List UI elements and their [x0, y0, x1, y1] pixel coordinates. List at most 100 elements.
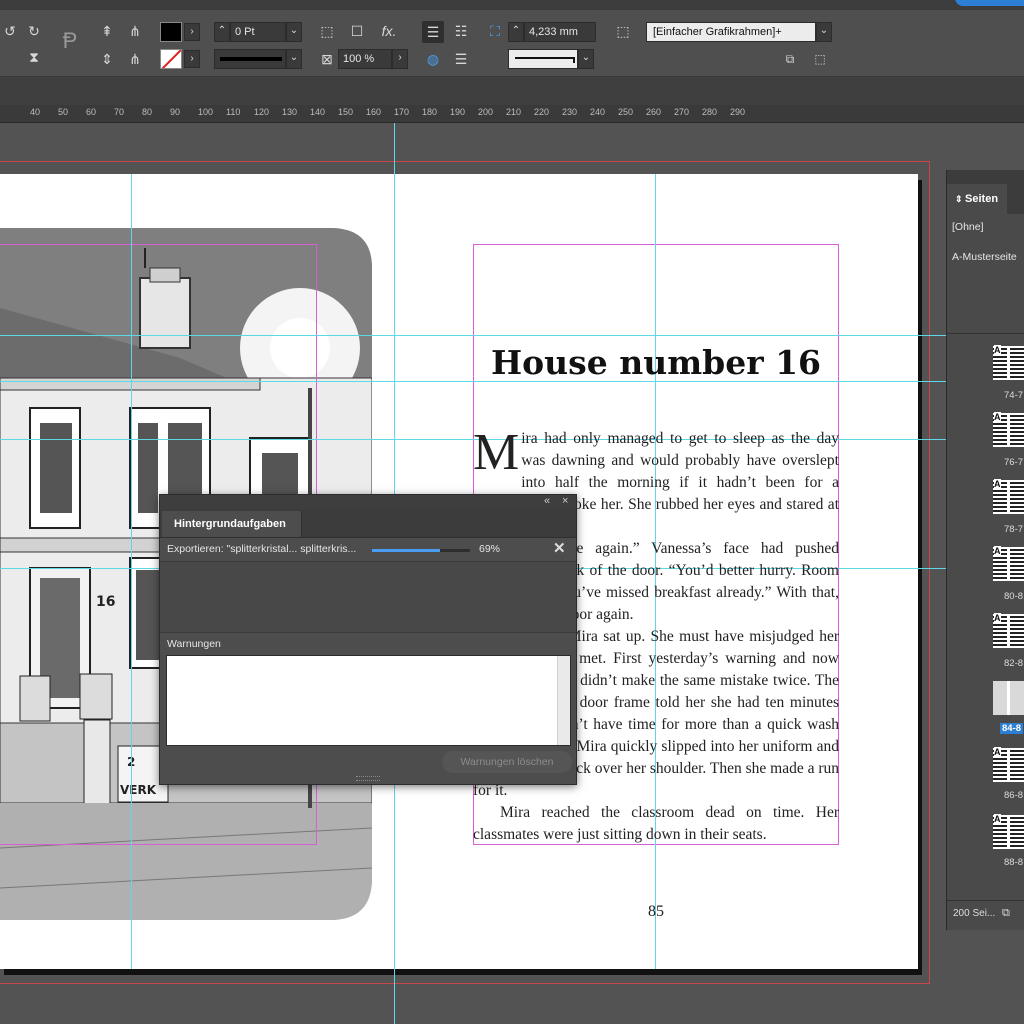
- drop-cap: M: [473, 424, 520, 481]
- corner-shape-dropdown[interactable]: ⌄: [578, 49, 594, 69]
- spread-label: 74-7: [1004, 390, 1024, 401]
- spread-thumbnail[interactable]: A: [993, 412, 1024, 447]
- background-tasks-panel[interactable]: « × Hintergrundaufgaben Exportieren: "sp…: [159, 494, 577, 785]
- stroke-weight-input[interactable]: 0 Pt: [230, 22, 286, 42]
- resize-grip[interactable]: [356, 776, 380, 781]
- spread-thumbnail[interactable]: A: [993, 747, 1024, 782]
- panel-divider[interactable]: [947, 333, 1024, 334]
- ruler-tick-label: 190: [450, 107, 466, 117]
- rotate-left-icon[interactable]: ↺: [2, 22, 18, 40]
- scale-dropdown[interactable]: ›: [392, 49, 408, 69]
- stroke-type-select[interactable]: [214, 49, 286, 69]
- spread-label: 80-8: [1004, 591, 1024, 602]
- spread-label: 86-8: [1004, 790, 1024, 801]
- chapter-title[interactable]: House number 16: [473, 343, 839, 382]
- pages-panel[interactable]: ⇕ Seiten [Ohne] A-Musterseite A 74-7 A 7…: [946, 170, 1024, 930]
- spread-thumbnail-selected[interactable]: [993, 681, 1024, 715]
- object-style-dropdown[interactable]: ⌄: [816, 22, 832, 42]
- ruler-tick-label: 110: [226, 107, 241, 117]
- ruler-tick-label: 90: [170, 107, 181, 117]
- ruler-tick-label: 230: [562, 107, 578, 117]
- spread-thumbnail[interactable]: A: [993, 613, 1024, 648]
- ruler-tick-label: 50: [58, 107, 69, 117]
- select-content-icon[interactable]: ⋔: [126, 22, 144, 40]
- stroke-weight-dropdown[interactable]: ⌄: [286, 22, 302, 42]
- tab-background-tasks[interactable]: Hintergrundaufgaben: [162, 511, 302, 537]
- stroke-weight-stepper[interactable]: ⌃: [214, 22, 230, 42]
- frame-fitting-icon[interactable]: ⬚: [614, 22, 632, 40]
- flip-vertical-icon[interactable]: ⧗: [26, 48, 42, 66]
- ruler-tick-label: 140: [310, 107, 326, 117]
- opacity-icon: ⊠: [321, 51, 333, 67]
- progress-bar: [372, 549, 470, 552]
- ruler-tick-label: 120: [254, 107, 270, 117]
- warnings-scrollbar[interactable]: [557, 656, 570, 745]
- spread-thumbnail[interactable]: A: [993, 479, 1024, 514]
- ruler-tick-label: 160: [366, 107, 382, 117]
- effects-icon[interactable]: fx.: [378, 22, 400, 40]
- stroke-type-dropdown[interactable]: ⌄: [286, 49, 302, 69]
- stroke-dropdown-button[interactable]: ›: [184, 50, 200, 68]
- pages-tab-bar: ⇕ Seiten: [947, 184, 1024, 214]
- align-top-button[interactable]: ☰: [422, 21, 444, 43]
- page-size-icon[interactable]: ⧉: [1002, 907, 1010, 919]
- task-label: Exportieren: "splitterkristal... splitte…: [167, 543, 357, 555]
- ruler-tick-label: 270: [674, 107, 690, 117]
- spread-thumbnail[interactable]: A: [993, 546, 1024, 581]
- align-bottom-icon[interactable]: ☷: [452, 22, 470, 40]
- fill-dropdown-button[interactable]: ›: [184, 23, 200, 41]
- horizontal-ruler: 40 50 60 70 80 90 100 110 120 130 140 15…: [0, 105, 1024, 123]
- frame-square-icon[interactable]: ☐: [348, 22, 366, 40]
- column-guide[interactable]: [131, 174, 132, 969]
- panel-tab-bar: Hintergrundaufgaben: [160, 509, 576, 538]
- progress-label: 69%: [479, 543, 501, 555]
- pages-footer: 200 Sei... ⧉: [947, 900, 1024, 924]
- warnings-list[interactable]: [166, 655, 571, 746]
- spread-thumbnail[interactable]: A: [993, 814, 1024, 849]
- master-none[interactable]: [Ohne]: [952, 221, 984, 233]
- select-previous-icon[interactable]: ⇕: [98, 50, 116, 68]
- ruler-tick-label: 280: [702, 107, 718, 117]
- control-bar: ↺ ↻ Ᵽ ⧗ ⇞ ⋔ ⇕ ⋔ › › ⌃ 0 Pt ⌄ ⌄ ⬚ ☐ fx. ⊠…: [0, 0, 1024, 77]
- reference-point-icon[interactable]: Ᵽ: [56, 30, 84, 52]
- select-next-icon[interactable]: ⋔: [126, 50, 144, 68]
- object-style-options-icon[interactable]: ⬚: [810, 50, 830, 68]
- tab-pages[interactable]: ⇕ Seiten: [947, 184, 1007, 214]
- ruler-tick-label: 150: [338, 107, 354, 117]
- share-button[interactable]: [955, 0, 1024, 6]
- distribute-icon[interactable]: ☰: [452, 50, 470, 68]
- dimension-icon: ⛶: [490, 23, 500, 39]
- tab-bar-area: [0, 77, 1024, 105]
- spread-thumbnail[interactable]: A: [993, 345, 1024, 380]
- clear-warnings-button[interactable]: Warnungen löschen: [442, 751, 572, 773]
- object-style-select[interactable]: [Einfacher Grafikrahmen]+: [646, 22, 816, 42]
- ruler-tick-label: 260: [646, 107, 662, 117]
- rotate-right-icon[interactable]: ↻: [26, 22, 42, 40]
- ruler-tick-label: 130: [282, 107, 298, 117]
- top-strip: [0, 0, 1024, 10]
- master-a[interactable]: A-Musterseite: [952, 251, 1017, 263]
- horizontal-guide[interactable]: [0, 335, 946, 336]
- task-row: Exportieren: "splitterkristal... splitte…: [160, 537, 576, 561]
- page-count: 200 Sei...: [953, 908, 996, 919]
- ruler-tick-label: 100: [198, 107, 214, 117]
- clear-overrides-icon[interactable]: ⧉: [780, 50, 800, 68]
- cancel-task-icon[interactable]: ✕: [553, 539, 566, 557]
- task-list-area: [160, 561, 576, 633]
- fitting-frame-icon[interactable]: ⬚: [318, 22, 336, 40]
- collapse-panel-icon[interactable]: «: [544, 495, 550, 508]
- close-panel-icon[interactable]: ×: [562, 495, 568, 508]
- anchor-icon[interactable]: ◍: [424, 50, 442, 68]
- stroke-none-swatch[interactable]: [160, 49, 182, 69]
- select-container-icon[interactable]: ⇞: [98, 22, 116, 40]
- fill-swatch[interactable]: [160, 22, 182, 42]
- spread-label: 78-7: [1004, 524, 1024, 535]
- scale-input[interactable]: 100 %: [338, 49, 392, 69]
- dimension-stepper[interactable]: ⌃: [508, 22, 524, 42]
- panel-toggle-icon[interactable]: ⇕: [955, 194, 965, 204]
- progress-fill: [372, 549, 440, 552]
- dimension-input[interactable]: 4,233 mm: [524, 22, 596, 42]
- panel-titlebar[interactable]: « ×: [160, 495, 576, 509]
- panel-header-strip: [947, 170, 1024, 184]
- corner-shape-select[interactable]: [508, 49, 578, 69]
